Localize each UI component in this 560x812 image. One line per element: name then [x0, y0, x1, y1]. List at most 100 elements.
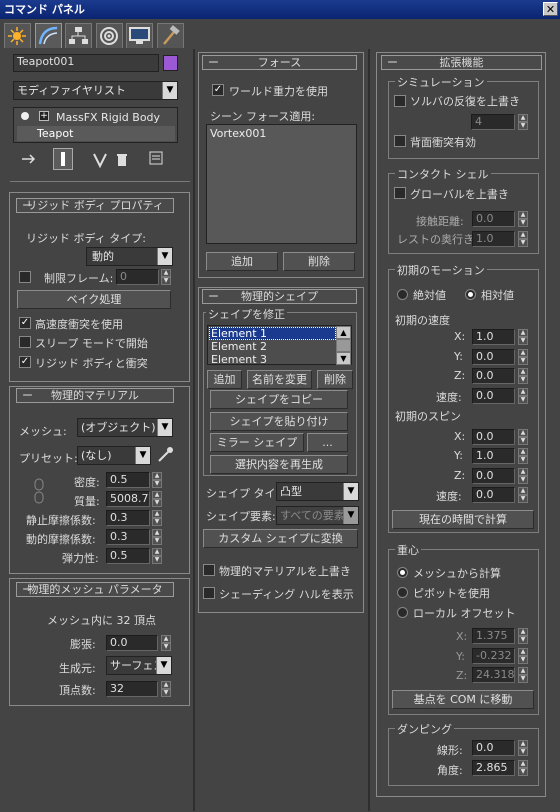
list-item[interactable]: Element 2	[211, 340, 267, 353]
add-shape-button[interactable]: 追加	[207, 370, 242, 389]
scroll-down-icon[interactable]: ▼	[336, 352, 351, 365]
copy-shape-button[interactable]: シェイプをコピー	[210, 390, 348, 409]
list-item[interactable]: Element 1	[211, 327, 267, 340]
spin-x-spinner[interactable]: ▲ ▼	[518, 429, 528, 445]
list-scrollbar[interactable]: ▲ ▼	[336, 326, 351, 365]
solver-iterations-spinner[interactable]: ▲ ▼	[518, 114, 528, 130]
offset-y-field[interactable]: -0.232	[472, 648, 515, 664]
display-hull-checkbox[interactable]	[203, 587, 215, 599]
tab-display[interactable]	[126, 23, 153, 48]
limit-frames-checkbox[interactable]	[19, 271, 31, 283]
velocity-y-spinner[interactable]: ▲ ▼	[518, 349, 528, 365]
stack-item-teapot[interactable]: Teapot	[37, 127, 73, 140]
shape-type-dropdown[interactable]: 凸型 ▼	[276, 482, 359, 501]
vertex-count-spinner[interactable]: ▲ ▼	[161, 681, 171, 697]
spin-y-field[interactable]: 1.0	[472, 448, 515, 464]
density-field[interactable]: 0.5	[106, 472, 150, 488]
tab-create[interactable]	[4, 23, 31, 48]
offset-z-spinner[interactable]: ▲ ▼	[518, 667, 528, 683]
spin-x-field[interactable]: 0.0	[472, 429, 515, 445]
tab-motion[interactable]	[96, 23, 123, 48]
rigid-body-type-dropdown[interactable]: 動的 ▼	[86, 247, 173, 266]
delete-shape-button[interactable]: 削除	[317, 370, 353, 389]
preset-dropdown[interactable]: (なし) ▼	[77, 446, 151, 465]
dynamic-friction-field[interactable]: 0.3	[106, 529, 150, 545]
advanced-header[interactable]: ー 拡張機能	[381, 55, 542, 70]
relative-radio[interactable]	[465, 289, 476, 300]
list-item[interactable]: Element 3	[211, 353, 267, 366]
limit-frames-spinner[interactable]: ▲ ▼	[161, 269, 171, 285]
offset-y-spinner[interactable]: ▲ ▼	[518, 648, 528, 664]
tab-modify[interactable]	[35, 23, 62, 48]
inflation-field[interactable]: 0.0	[106, 635, 158, 651]
bounciness-field[interactable]: 0.5	[106, 548, 150, 564]
collide-rigid-bodies-checkbox[interactable]: ✓	[19, 356, 31, 368]
velocity-z-spinner[interactable]: ▲ ▼	[518, 368, 528, 384]
tab-utilities[interactable]	[157, 23, 184, 48]
lightbulb-icon[interactable]	[21, 112, 29, 120]
spin-z-spinner[interactable]: ▲ ▼	[518, 468, 528, 484]
linear-damping-field[interactable]: 0.0	[472, 740, 515, 756]
forces-header[interactable]: ー フォース	[202, 55, 357, 70]
physical-material-header[interactable]: ー 物理的マテリアル	[16, 388, 174, 403]
spin-speed-spinner[interactable]: ▲ ▼	[518, 487, 528, 503]
offset-z-field[interactable]: 24.318	[472, 667, 515, 683]
dynamic-friction-spinner[interactable]: ▲ ▼	[152, 529, 162, 545]
modifier-stack[interactable]: + MassFX Rigid Body Teapot	[13, 107, 178, 143]
eyedropper-icon[interactable]	[156, 446, 174, 464]
make-unique-icon[interactable]	[92, 152, 110, 169]
mesh-dropdown[interactable]: (オブジェクト) ▼	[77, 418, 173, 437]
physical-mesh-params-header[interactable]: ー 物理的メッシュ パラメータ	[16, 582, 174, 597]
velocity-x-spinner[interactable]: ▲ ▼	[518, 329, 528, 345]
mass-field[interactable]: 5008.75	[106, 491, 150, 507]
absolute-radio[interactable]	[397, 289, 408, 300]
stack-item-massfx[interactable]: MassFX Rigid Body	[56, 111, 160, 124]
velocity-x-field[interactable]: 1.0	[472, 329, 515, 345]
backface-collision-checkbox[interactable]	[394, 135, 406, 147]
override-global-checkbox[interactable]	[394, 187, 406, 199]
contact-distance-field[interactable]: 0.0	[472, 211, 515, 227]
rest-depth-field[interactable]: 1.0	[472, 231, 515, 247]
override-solver-checkbox[interactable]	[394, 95, 406, 107]
convert-custom-shape-button[interactable]: カスタム シェイプに変換	[203, 529, 358, 548]
spin-z-field[interactable]: 0.0	[472, 468, 515, 484]
expand-plus-icon[interactable]: +	[39, 111, 49, 121]
physical-shapes-header[interactable]: ー 物理的シェイプ	[202, 289, 357, 304]
scroll-up-icon[interactable]: ▲	[336, 326, 351, 339]
spin-speed-field[interactable]: 0.0	[472, 487, 515, 503]
paste-shape-button[interactable]: シェイプを貼り付け	[210, 412, 348, 431]
compute-now-button[interactable]: 現在の時間で計算	[392, 510, 534, 529]
angular-damping-field[interactable]: 2.865	[472, 760, 515, 776]
rename-shape-button[interactable]: 名前を変更	[247, 370, 312, 389]
regenerate-button[interactable]: 選択内容を再生成	[210, 455, 348, 474]
static-friction-spinner[interactable]: ▲ ▼	[152, 510, 162, 526]
object-name-field[interactable]: Teapot001	[13, 54, 159, 72]
from-mesh-radio[interactable]	[397, 567, 408, 578]
override-material-checkbox[interactable]	[203, 564, 215, 576]
remove-modifier-icon[interactable]	[115, 152, 129, 168]
limit-frames-field[interactable]: 0	[116, 269, 159, 285]
offset-x-spinner[interactable]: ▲ ▼	[518, 628, 528, 644]
shape-element-dropdown[interactable]: すべての要素 ▼	[276, 506, 359, 525]
local-offset-radio[interactable]	[397, 607, 408, 618]
offset-x-field[interactable]: 1.375	[472, 628, 515, 644]
move-pivot-to-com-button[interactable]: 基点を COM に移動	[392, 690, 534, 709]
add-force-button[interactable]: 追加	[206, 252, 278, 271]
mirror-options-button[interactable]: ...	[307, 433, 348, 452]
rigid-body-properties-header[interactable]: ー リジッド ボディ プロパティ	[16, 198, 174, 213]
velocity-y-field[interactable]: 0.0	[472, 349, 515, 365]
solver-iterations-field[interactable]: 4	[471, 114, 515, 130]
angular-damping-spinner[interactable]: ▲ ▼	[518, 760, 528, 776]
use-pivot-radio[interactable]	[397, 587, 408, 598]
shape-elements-list[interactable]: Element 1 Element 2 Element 3 ▲ ▼	[207, 325, 352, 366]
pin-stack-icon[interactable]	[20, 152, 38, 166]
static-friction-field[interactable]: 0.3	[106, 510, 150, 526]
configure-sets-icon[interactable]	[148, 150, 166, 168]
high-speed-collision-checkbox[interactable]: ✓	[19, 317, 31, 329]
bounciness-spinner[interactable]: ▲ ▼	[152, 548, 162, 564]
mirror-shape-button[interactable]: ミラー シェイプ	[210, 433, 304, 452]
inflation-spinner[interactable]: ▲ ▼	[161, 635, 171, 651]
velocity-speed-spinner[interactable]: ▲ ▼	[518, 388, 528, 404]
object-color-swatch[interactable]	[163, 55, 178, 71]
spin-y-spinner[interactable]: ▲ ▼	[518, 448, 528, 464]
